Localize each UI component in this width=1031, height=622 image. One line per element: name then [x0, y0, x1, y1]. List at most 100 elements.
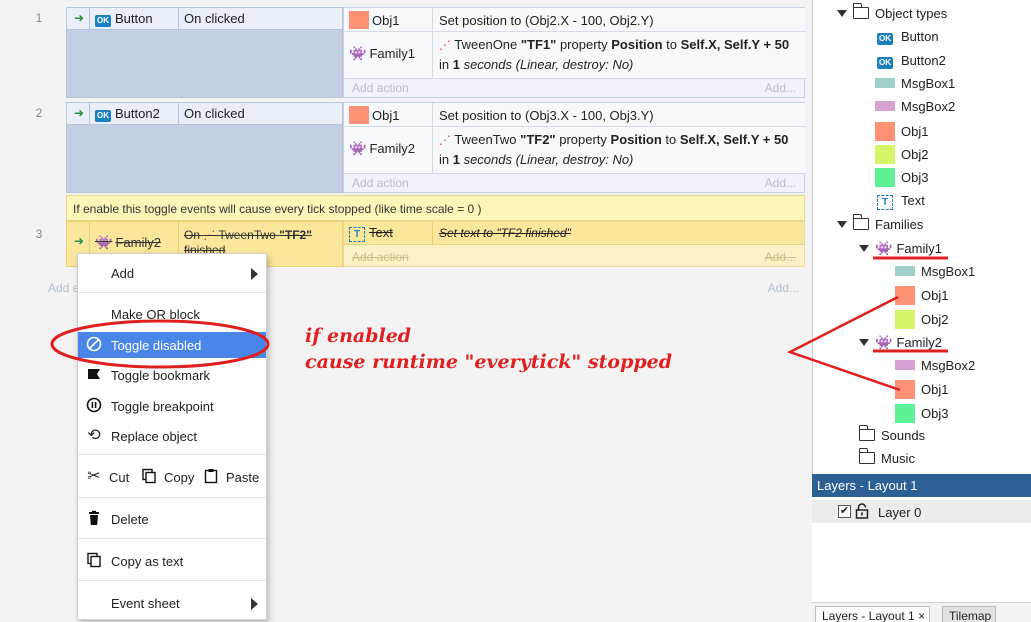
menu-item-copy[interactable]: Copy — [138, 464, 198, 490]
tree-family2-obj3[interactable]: Obj3 — [895, 404, 948, 423]
tree-object-obj2[interactable]: Obj2 — [875, 145, 928, 164]
menu-item-toggle-disabled[interactable]: Toggle disabled — [78, 332, 266, 358]
bottom-tab-bar[interactable]: Layers - Layout 1 × Tilemap — [812, 602, 1031, 622]
add-more-link[interactable]: Add... — [765, 250, 796, 264]
trash-icon — [85, 510, 103, 528]
layer-row[interactable]: ✔ Layer 0 — [812, 500, 1031, 523]
obj3-color-icon — [875, 168, 895, 187]
tree-family2-obj1[interactable]: Obj1 — [895, 380, 948, 399]
button-icon: OK — [95, 15, 111, 27]
tree-family1[interactable]: 👾 Family1 — [859, 240, 942, 257]
tree-object-msgbox1[interactable]: MsgBox1 — [875, 76, 955, 91]
menu-item-event-sheet[interactable]: Event sheet — [78, 590, 266, 616]
menu-item-replace-object[interactable]: ⟲ Replace object — [78, 423, 266, 449]
layer-visible-checkbox[interactable]: ✔ — [838, 505, 851, 518]
event-comment[interactable]: If enable this toggle events will cause … — [66, 195, 805, 221]
context-menu[interactable]: Add Make OR block Toggle disabled Toggle… — [77, 253, 267, 620]
action-row[interactable]: 👾 Family1 ⋰ TweenOne "TF1" property Posit… — [344, 32, 806, 79]
tree-object-obj3[interactable]: Obj3 — [875, 168, 928, 187]
text-object-icon: T — [349, 227, 365, 242]
family-invader-icon: 👾 — [349, 45, 367, 61]
condition-text[interactable]: On clicked — [184, 11, 245, 26]
tab-tilemap[interactable]: Tilemap — [942, 606, 997, 622]
add-event-link[interactable]: Add e — [48, 281, 79, 295]
tree-family1-msgbox1[interactable]: MsgBox1 — [895, 264, 975, 279]
condition-row[interactable]: ➜ OK Button On clicked — [66, 7, 343, 30]
add-action-link[interactable]: Add action — [352, 176, 409, 190]
msgbox1-color-icon — [895, 266, 915, 276]
action-object[interactable]: 👾 Family1 — [344, 32, 433, 78]
condition-object[interactable]: OK Button — [89, 8, 179, 29]
condition-row[interactable]: ➜ OK Button2 On clicked — [66, 102, 343, 125]
action-text[interactable]: ⋰ TweenOne "TF1" property Position to Se… — [439, 35, 789, 74]
tree-object-msgbox2[interactable]: MsgBox2 — [875, 99, 955, 114]
action-text[interactable]: ⋰ TweenTwo "TF2" property Position to Se… — [439, 130, 788, 169]
action-column[interactable]: T Text Set text to "TF2 finished" Add act… — [343, 221, 805, 267]
action-row[interactable]: Obj1 Set position to (Obj2.X - 100, Obj2… — [344, 8, 806, 32]
copy-icon — [140, 468, 158, 486]
event-number: 3 — [35, 227, 43, 241]
folder-icon — [852, 3, 869, 19]
action-text[interactable]: Set text to "TF2 finished" — [439, 226, 571, 240]
layers-panel[interactable]: ✔ Layer 0 — [812, 497, 1031, 605]
family-invader-icon: 👾 — [349, 140, 367, 156]
obj1-color-icon — [349, 106, 369, 124]
disabled-circle-icon — [85, 336, 103, 354]
action-column[interactable]: Obj1 Set position to (Obj2.X - 100, Obj2… — [343, 7, 806, 98]
menu-item-toggle-bookmark[interactable]: Toggle bookmark — [78, 362, 266, 388]
action-object[interactable]: 👾 Family2 — [344, 127, 433, 173]
menu-item-delete[interactable]: Delete — [78, 506, 266, 532]
action-object[interactable]: Obj1 — [344, 103, 433, 126]
tree-object-button2[interactable]: OK Button2 — [877, 53, 946, 69]
family-invader-icon: 👾 — [875, 334, 893, 350]
trigger-arrow-icon: ➜ — [74, 106, 85, 120]
add-more-link[interactable]: Add... — [765, 176, 796, 190]
breakpoint-icon — [85, 397, 103, 415]
replace-icon: ⟲ — [87, 427, 101, 444]
folder-icon — [858, 425, 875, 441]
action-text[interactable]: Set position to (Obj2.X - 100, Obj2.Y) — [439, 11, 654, 30]
lock-icon[interactable] — [855, 503, 869, 522]
tween-behavior-icon: ⋰ — [439, 133, 451, 147]
tab-layers-layout1[interactable]: Layers - Layout 1 × — [815, 606, 931, 622]
tree-family1-obj2[interactable]: Obj2 — [895, 310, 948, 329]
close-icon[interactable]: × — [918, 609, 925, 622]
tree-family1-obj1[interactable]: Obj1 — [895, 286, 948, 305]
add-action-link[interactable]: Add action — [352, 250, 409, 264]
menu-item-toggle-breakpoint[interactable]: Toggle breakpoint — [78, 393, 266, 419]
add-more-link[interactable]: Add... — [765, 81, 796, 95]
action-column[interactable]: Obj1 Set position to (Obj3.X - 100, Obj3… — [343, 102, 806, 193]
action-object[interactable]: Obj1 — [344, 8, 433, 31]
add-more-link[interactable]: Add... — [768, 281, 799, 295]
action-object[interactable]: T Text — [344, 222, 433, 244]
add-action-link[interactable]: Add action — [352, 81, 409, 95]
menu-item-copy-as-text[interactable]: Copy as text — [78, 548, 266, 574]
event-block-2[interactable]: ➜ OK Button2 On clicked Obj1 Set position… — [66, 102, 806, 193]
tree-family2-msgbox2[interactable]: MsgBox2 — [895, 358, 975, 373]
msgbox2-color-icon — [875, 101, 895, 111]
action-row[interactable]: 👾 Family2 ⋰ TweenTwo "TF2" property Posit… — [344, 127, 806, 174]
tree-object-button[interactable]: OK Button — [877, 29, 939, 45]
condition-object[interactable]: OK Button2 — [89, 103, 179, 124]
action-row[interactable]: Obj1 Set position to (Obj3.X - 100, Obj3… — [344, 103, 806, 127]
menu-item-cut[interactable]: ✂ Cut — [78, 464, 138, 490]
tree-family2[interactable]: 👾 Family2 — [859, 334, 942, 351]
menu-item-paste[interactable]: Paste — [200, 464, 266, 490]
tree-families[interactable]: Families — [837, 214, 923, 232]
expand-arrow-icon — [859, 245, 869, 252]
menu-item-add[interactable]: Add — [78, 260, 266, 286]
event-block-1[interactable]: ➜ OK Button On clicked Obj1 Set position … — [66, 7, 806, 98]
action-row[interactable]: T Text Set text to "TF2 finished" — [344, 222, 804, 245]
tree-music[interactable]: Music — [858, 448, 915, 466]
action-text[interactable]: Set position to (Obj3.X - 100, Obj3.Y) — [439, 106, 654, 125]
text-object-icon: T — [877, 195, 893, 210]
menu-item-make-or-block[interactable]: Make OR block — [78, 301, 266, 327]
menu-separator — [78, 454, 266, 455]
tree-object-obj1[interactable]: Obj1 — [875, 122, 928, 141]
tree-object-types[interactable]: Object types — [837, 3, 947, 21]
tree-sounds[interactable]: Sounds — [858, 425, 925, 443]
condition-text[interactable]: On clicked — [184, 106, 245, 121]
tree-object-text[interactable]: T Text — [877, 193, 925, 210]
annotation-text: if enabled cause runtime "everytick" sto… — [305, 325, 673, 373]
family-invader-icon: 👾 — [95, 234, 113, 250]
